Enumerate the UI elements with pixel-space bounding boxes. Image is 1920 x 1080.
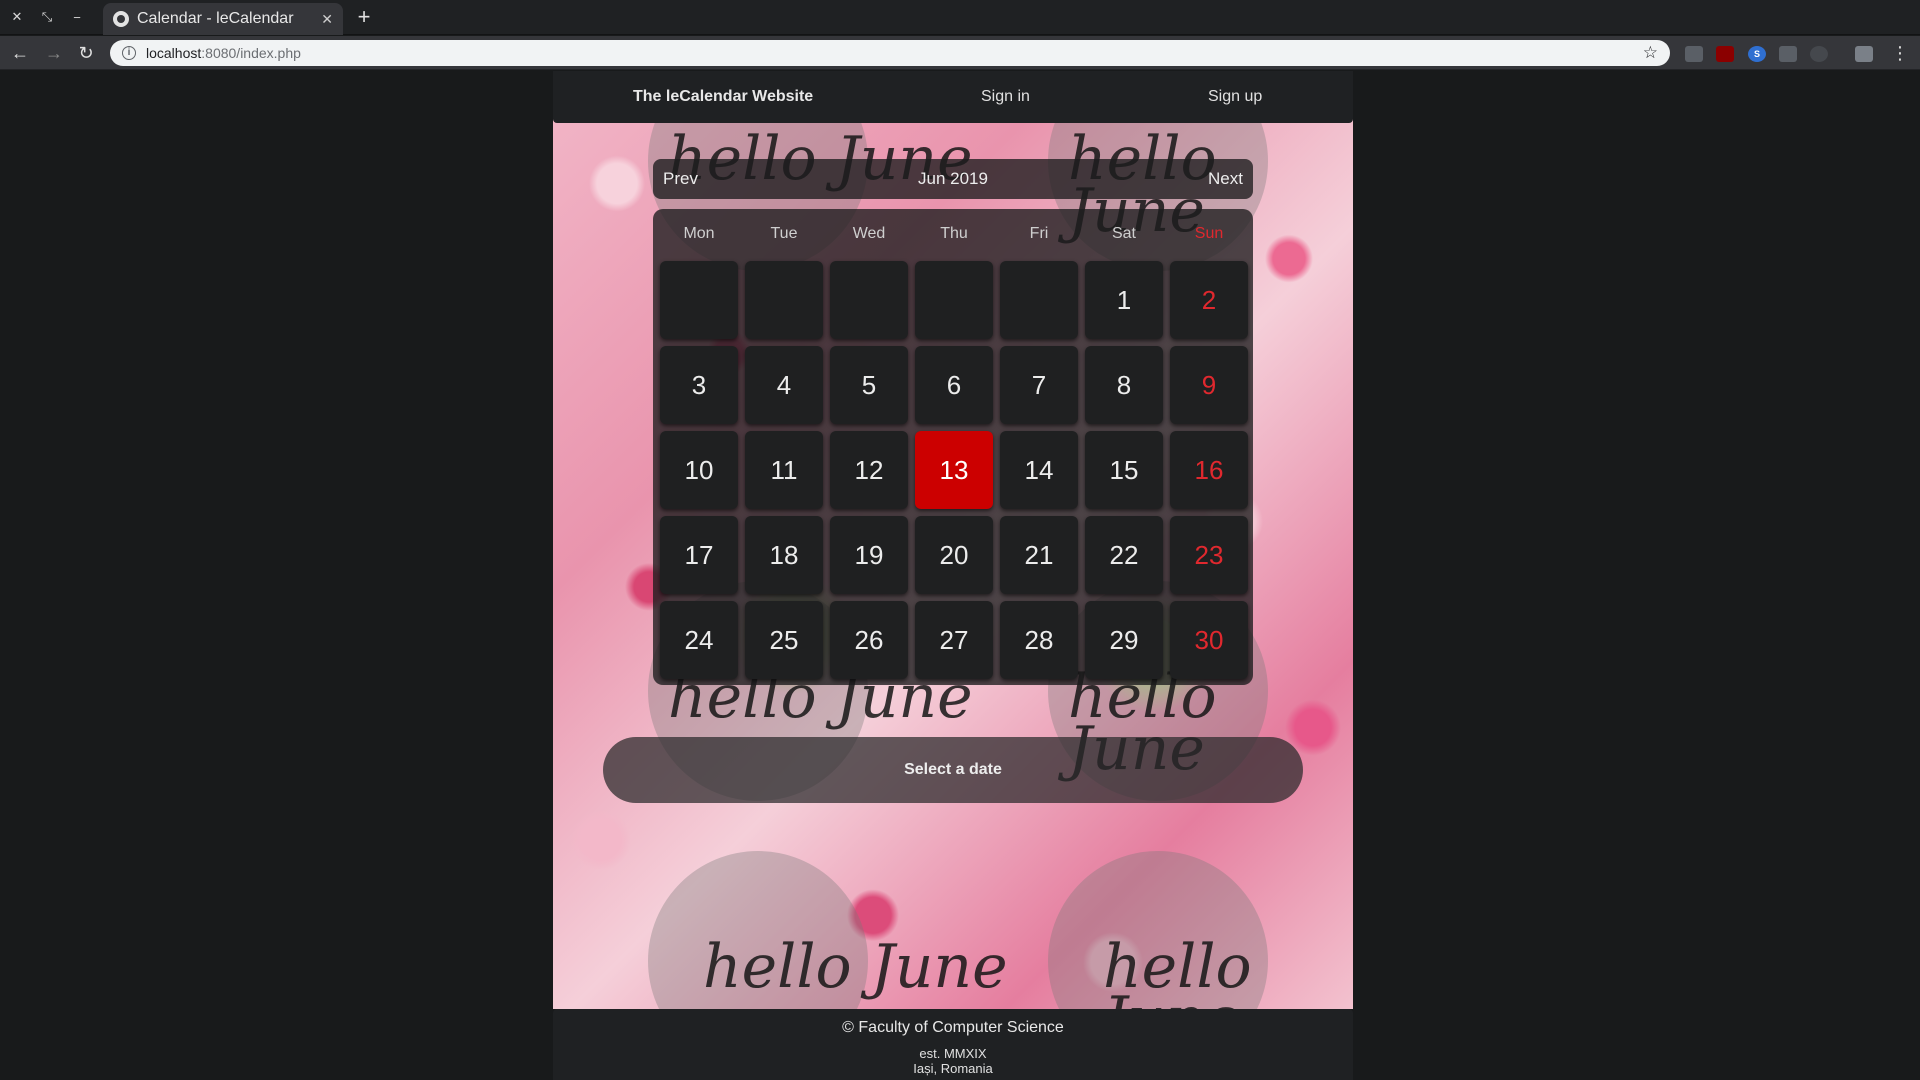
day-cell[interactable]: 2 xyxy=(1170,261,1248,339)
day-cell[interactable]: 20 xyxy=(915,516,993,594)
day-cell[interactable]: 1 xyxy=(1085,261,1163,339)
day-cell-today[interactable]: 13 xyxy=(915,431,993,509)
weekday-header: Thu xyxy=(940,225,968,242)
back-icon[interactable]: ← xyxy=(8,42,32,64)
copyright-text: © Faculty of Computer Science xyxy=(842,1019,1064,1036)
day-cell[interactable]: 4 xyxy=(745,346,823,424)
sign-in-link[interactable]: Sign in xyxy=(981,88,1030,106)
browser-tab[interactable]: Calendar - leCalendar ✕ xyxy=(103,3,343,35)
day-cell[interactable]: 21 xyxy=(1000,516,1078,594)
day-cell[interactable]: 9 xyxy=(1170,346,1248,424)
day-cell[interactable]: 3 xyxy=(660,346,738,424)
empty-day-cell xyxy=(745,261,823,339)
day-cell[interactable]: 5 xyxy=(830,346,908,424)
day-cell[interactable]: 29 xyxy=(1085,601,1163,679)
sign-up-link[interactable]: Sign up xyxy=(1208,88,1262,106)
day-cell[interactable]: 15 xyxy=(1085,431,1163,509)
site-info-icon[interactable]: i xyxy=(122,46,136,60)
weekday-header: Tue xyxy=(770,225,798,242)
day-cell[interactable]: 7 xyxy=(1000,346,1078,424)
tab-title: Calendar - leCalendar xyxy=(137,10,294,27)
new-tab-icon[interactable]: + xyxy=(352,6,376,30)
day-cell[interactable]: 30 xyxy=(1170,601,1248,679)
day-cell[interactable]: 27 xyxy=(915,601,993,679)
month-label: Jun 2019 xyxy=(918,169,988,188)
window-minimize-icon[interactable]: − xyxy=(66,6,88,28)
globe-icon xyxy=(113,11,129,27)
weekday-header: Sat xyxy=(1111,225,1136,242)
day-cell[interactable]: 12 xyxy=(830,431,908,509)
glasses-extension-icon[interactable] xyxy=(1779,46,1797,62)
weekday-header: Fri xyxy=(1029,225,1049,242)
calendar-grid: Mon Tue Wed Thu Fri Sat Sun 1 2 3 4 5 6 7 8 9 10 11 12 13 14… xyxy=(653,209,1253,685)
day-cell[interactable]: 26 xyxy=(830,601,908,679)
next-month-button[interactable]: Next xyxy=(1208,169,1243,189)
address-bar[interactable]: i localhost:8080/index.php ☆ xyxy=(110,40,1670,66)
day-cell[interactable]: 19 xyxy=(830,516,908,594)
empty-day-cell xyxy=(1000,261,1078,339)
site-footer: © Faculty of Computer Science est. MMXIX… xyxy=(553,1009,1353,1080)
browser-tab-bar: ✕ ⤡ − Calendar - leCalendar ✕ + xyxy=(0,0,1920,35)
weekday-header: Mon xyxy=(683,225,715,242)
day-cell[interactable]: 11 xyxy=(745,431,823,509)
background-text: hello June xyxy=(703,932,1008,1002)
menu-kebab-icon[interactable]: ⋮ xyxy=(1888,42,1912,64)
empty-day-cell xyxy=(660,261,738,339)
history-extension-icon[interactable] xyxy=(1810,46,1828,62)
window-close-icon[interactable]: ✕ xyxy=(6,6,28,28)
day-cell[interactable]: 16 xyxy=(1170,431,1248,509)
day-cell[interactable]: 18 xyxy=(745,516,823,594)
day-cell[interactable]: 6 xyxy=(915,346,993,424)
page: hello June hello June hello June hello J… xyxy=(553,71,1353,1080)
day-cell[interactable]: 24 xyxy=(660,601,738,679)
extension-icon[interactable] xyxy=(1685,46,1703,62)
url-path: :8080/index.php xyxy=(201,45,301,61)
location-text: Iași, Romania xyxy=(913,1061,993,1076)
weekday-header: Sun xyxy=(1194,225,1224,242)
window-restore-icon[interactable]: ⤡ xyxy=(36,6,58,28)
profile-avatar-icon[interactable] xyxy=(1855,46,1873,62)
day-cell[interactable]: 25 xyxy=(745,601,823,679)
empty-day-cell xyxy=(830,261,908,339)
day-cell[interactable]: 14 xyxy=(1000,431,1078,509)
url-host: localhost xyxy=(146,45,202,61)
browser-toolbar: ← → ↻ i localhost:8080/index.php ☆ S ⋮ xyxy=(0,36,1920,70)
day-cell[interactable]: 10 xyxy=(660,431,738,509)
site-header: The leCalendar Website Sign in Sign up xyxy=(553,71,1353,123)
day-cell[interactable]: 8 xyxy=(1085,346,1163,424)
day-cell[interactable]: 23 xyxy=(1170,516,1248,594)
bookmark-star-icon[interactable]: ☆ xyxy=(1643,43,1658,63)
day-cell[interactable]: 17 xyxy=(660,516,738,594)
select-date-status: Select a date xyxy=(603,737,1303,803)
weekday-header: Wed xyxy=(852,225,886,242)
tab-close-icon[interactable]: ✕ xyxy=(321,11,333,28)
s-extension-icon[interactable]: S xyxy=(1748,46,1766,62)
day-cell[interactable]: 22 xyxy=(1085,516,1163,594)
ublock-icon[interactable] xyxy=(1716,46,1734,62)
forward-icon[interactable]: → xyxy=(42,42,66,64)
site-brand[interactable]: The leCalendar Website xyxy=(633,88,813,106)
established-text: est. MMXIX xyxy=(919,1046,987,1061)
day-cell[interactable]: 28 xyxy=(1000,601,1078,679)
prev-month-button[interactable]: Prev xyxy=(663,169,698,189)
calendar-header: Prev Jun 2019 Next xyxy=(653,159,1253,199)
reload-icon[interactable]: ↻ xyxy=(74,42,98,64)
empty-day-cell xyxy=(915,261,993,339)
